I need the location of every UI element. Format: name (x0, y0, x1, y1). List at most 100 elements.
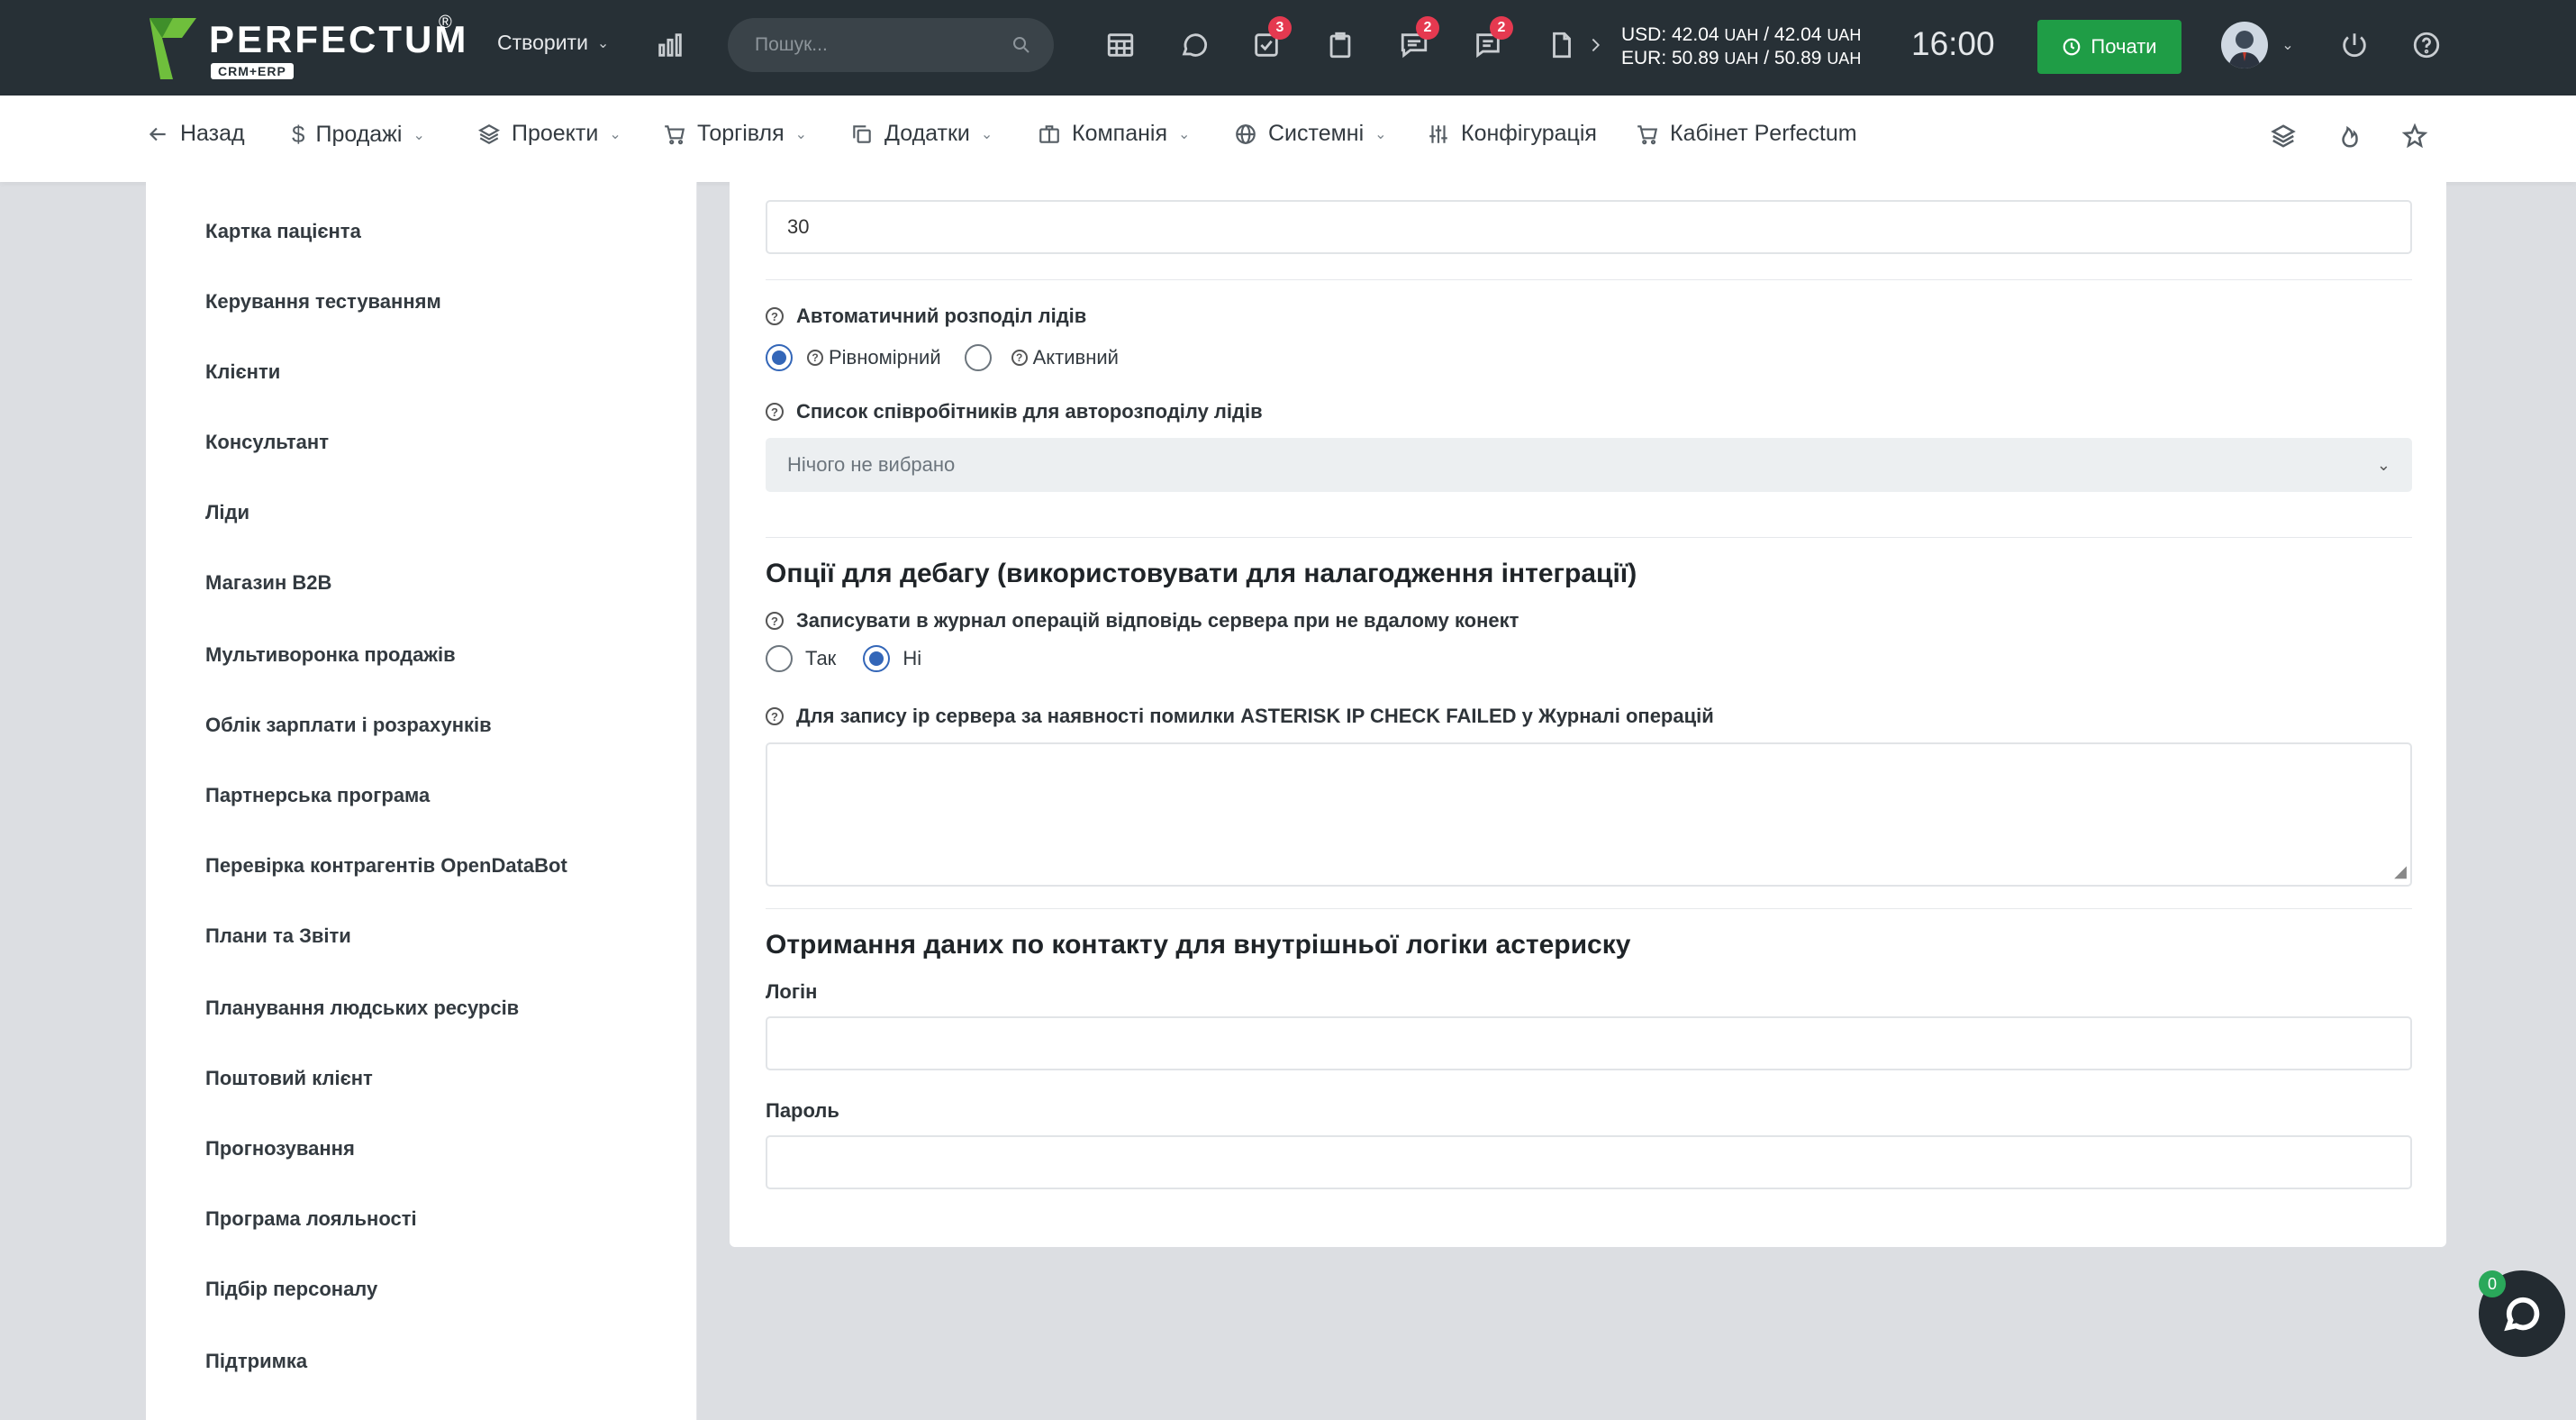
currency-expand-button[interactable] (1585, 27, 1607, 63)
layers-icon (2271, 124, 2296, 148)
cart-icon (1637, 124, 1658, 144)
resize-handle-icon[interactable]: ◢ (2394, 862, 2407, 881)
favorites-button[interactable] (2401, 123, 2428, 154)
briefcase-icon (1039, 124, 1059, 143)
nav-trade[interactable]: Торгівля ⌄ (663, 121, 807, 147)
sidebar-item[interactable]: Поштовий клієнт (205, 1067, 373, 1090)
nav-sales-label: Продажі (315, 122, 403, 147)
nav-config[interactable]: Конфігурація (1427, 121, 1597, 147)
calendar-button[interactable] (1102, 27, 1138, 63)
nav-projects[interactable]: Проекти ⌄ (477, 121, 621, 147)
help-icon[interactable]: ? (1011, 350, 1028, 366)
chevron-down-icon: ⌄ (1178, 126, 1191, 142)
profile-menu-toggle[interactable]: ⌄ (2277, 27, 2299, 63)
messages-button[interactable]: 2 (1470, 16, 1513, 63)
chat-bubble-icon (1182, 33, 1207, 57)
password-input[interactable] (766, 1135, 2412, 1189)
chevron-down-icon: ⌄ (2376, 455, 2390, 474)
start-work-button[interactable]: Почати (2037, 20, 2181, 74)
nav-company-label: Компанія (1072, 121, 1167, 146)
discussions-button[interactable] (1176, 27, 1212, 63)
staff-list-value: Нічого не вибрано (787, 453, 956, 476)
chat-widget-button[interactable]: 0 (2479, 1270, 2565, 1357)
auto-distribution-label: ? Автоматичний розподіл лідів (766, 305, 1086, 328)
help-icon[interactable]: ? (766, 612, 784, 630)
radio-yes[interactable] (766, 645, 793, 672)
sidebar-item[interactable]: Картка пацієнта (205, 220, 361, 243)
sidebar-item[interactable]: Клієнти (205, 360, 280, 384)
documents-button[interactable] (1544, 27, 1580, 63)
radio-active[interactable] (964, 344, 992, 371)
user-photo-icon (2228, 31, 2261, 68)
tasks-button[interactable]: 3 (1248, 16, 1292, 63)
login-input[interactable] (766, 1016, 2412, 1070)
sidebar-item[interactable]: Магазин B2B (205, 571, 331, 595)
chat-button[interactable]: 2 (1396, 16, 1439, 63)
sidebar-item[interactable]: Керування тестуванням (205, 290, 441, 314)
sidebar-item[interactable]: Перевірка контрагентів OpenDataBot (205, 854, 567, 878)
logout-button[interactable] (2336, 27, 2372, 63)
sidebar-item[interactable]: Партнерська програма (205, 784, 430, 807)
radio-yes-label: Так (805, 647, 837, 669)
staff-list-select[interactable]: Нічого не вибрано ⌄ (766, 438, 2412, 492)
chevron-down-icon: ⌄ (2281, 38, 2294, 53)
sidebar-item[interactable]: Мультиворонка продажів (205, 643, 456, 667)
brand-logo[interactable]: PERFECTUM ® CRM+ERP (146, 13, 466, 85)
sidebar-item[interactable]: Консультант (205, 431, 329, 454)
clipboard-button[interactable] (1322, 27, 1358, 63)
nav-cabinet[interactable]: Кабінет Perfectum (1636, 121, 1857, 147)
chat-bubble-icon (2504, 1297, 2540, 1332)
question-circle-icon (2413, 32, 2440, 59)
radio-no[interactable] (863, 645, 891, 672)
search-icon (1011, 34, 1032, 61)
nav-system[interactable]: Системні ⌄ (1234, 121, 1387, 147)
nav-back-label: Назад (180, 121, 245, 146)
settings-panel: 30 ? Автоматичний розподіл лідів ? Рівно… (730, 182, 2446, 1247)
nav-sales[interactable]: $ Продажі ⌄ (292, 121, 425, 149)
help-icon[interactable]: ? (766, 707, 784, 725)
radio-uniform[interactable] (766, 344, 793, 371)
ip-record-textarea[interactable]: ◢ (766, 742, 2412, 887)
sidebar-item[interactable]: Прогнозування (205, 1137, 355, 1161)
create-menu[interactable]: Створити ⌄ (497, 31, 609, 55)
stats-button[interactable] (652, 27, 688, 63)
search-placeholder: Пошук... (755, 34, 828, 55)
sidebar-item[interactable]: Планування людських ресурсів (205, 997, 519, 1020)
sidebar-item[interactable]: Облік зарплати і розрахунків (205, 714, 492, 737)
sidebar-item[interactable]: Ліди (205, 501, 249, 524)
nav-projects-label: Проекти (512, 121, 599, 146)
avatar[interactable] (2221, 22, 2268, 68)
messages-badge: 2 (1490, 16, 1513, 40)
radio-no-label: Ні (903, 647, 922, 669)
chevron-right-icon (1592, 38, 1601, 52)
nav-addons-label: Додатки (884, 121, 970, 146)
main-nav: Назад $ Продажі ⌄ Проекти ⌄ Торгівля ⌄ Д… (0, 96, 2576, 182)
help-icon[interactable]: ? (766, 403, 784, 421)
calendar-icon (1107, 33, 1134, 57)
search-input[interactable]: Пошук... (728, 18, 1054, 72)
help-button[interactable] (2408, 27, 2444, 63)
chevron-down-icon: ⌄ (1374, 126, 1387, 142)
nav-back[interactable]: Назад (146, 121, 245, 147)
sidebar-item[interactable]: Підбір персоналу (205, 1278, 377, 1301)
hot-button[interactable] (2336, 123, 2363, 154)
brand-sub: CRM+ERP (211, 63, 294, 79)
help-icon[interactable]: ? (807, 350, 823, 366)
divider (766, 537, 2412, 538)
radio-active-label: Активний (1032, 346, 1119, 369)
start-work-label: Почати (2091, 35, 2157, 58)
nav-addons[interactable]: Додатки ⌄ (850, 121, 993, 147)
flame-icon (2342, 125, 2358, 148)
sidebar-item[interactable]: Програма лояльності (205, 1207, 417, 1231)
chevron-down-icon: ⌄ (413, 127, 425, 143)
layers-button[interactable] (2270, 123, 2297, 154)
sidebar-item[interactable]: Плани та Звіти (205, 924, 351, 948)
help-icon[interactable]: ? (766, 307, 784, 325)
clipboard-icon (1329, 32, 1351, 59)
nav-company[interactable]: Компанія ⌄ (1038, 121, 1190, 147)
numeric-setting-input[interactable]: 30 (766, 200, 2412, 254)
layers-icon (478, 123, 500, 144)
nav-cabinet-label: Кабінет Perfectum (1670, 121, 1857, 146)
sidebar-item[interactable]: Підтримка (205, 1350, 307, 1373)
nav-trade-label: Торгівля (697, 121, 785, 146)
